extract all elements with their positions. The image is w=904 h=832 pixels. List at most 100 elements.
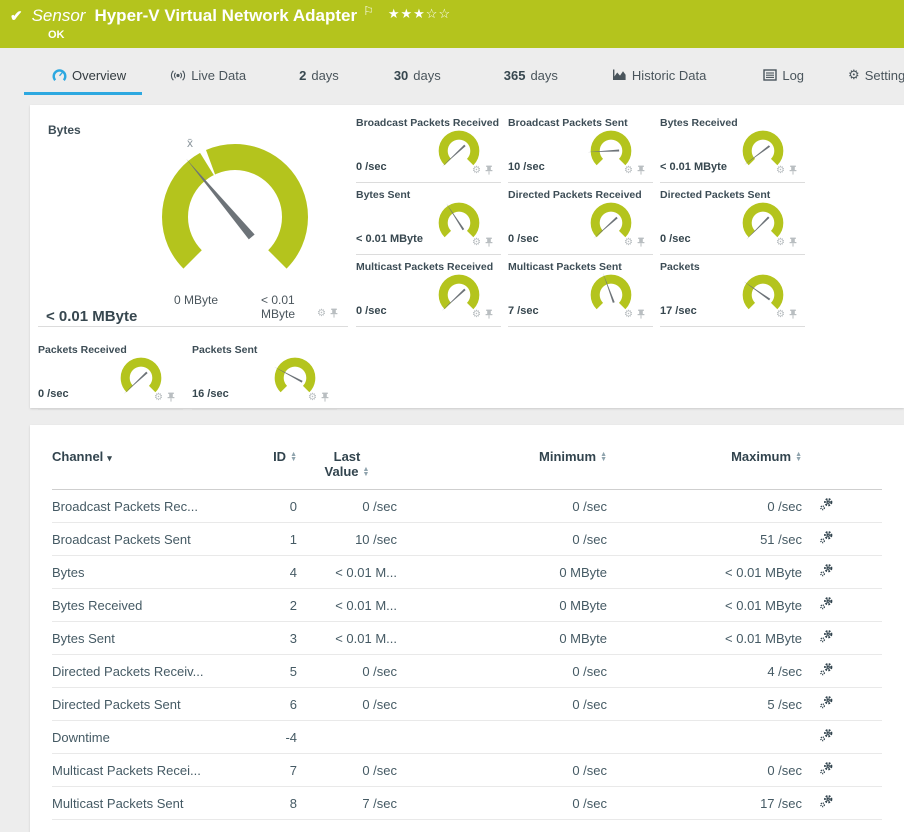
- tab-365-days[interactable]: 365 days: [504, 61, 558, 95]
- pin-icon: [789, 165, 797, 175]
- tab-label: days: [530, 67, 558, 83]
- edit-channel-gear-icon[interactable]: [818, 529, 835, 546]
- gauge-pin-icon[interactable]: [485, 162, 493, 180]
- channel-last-value: 10 /sec: [355, 531, 397, 547]
- gauge-settings-gear-icon[interactable]: ⚙: [776, 238, 785, 248]
- gauge-settings-gear-icon[interactable]: ⚙: [317, 309, 326, 319]
- tab-live-data[interactable]: Live Data: [170, 61, 246, 95]
- gauge-pin-icon[interactable]: [789, 162, 797, 180]
- historic-data-chart-icon: [612, 69, 626, 80]
- gauge-pin-icon[interactable]: [789, 234, 797, 252]
- channel-name-link[interactable]: Multicast Packets Recei...: [52, 763, 201, 778]
- channel-name-link[interactable]: Bytes Sent: [52, 631, 115, 646]
- gauge-settings-gear-icon[interactable]: ⚙: [472, 238, 481, 248]
- priority-stars[interactable]: ★★★☆☆: [388, 6, 451, 22]
- gauge-pin-icon[interactable]: [485, 306, 493, 324]
- pin-icon: [485, 237, 493, 247]
- channel-minimum: 0 /sec: [572, 696, 607, 712]
- tab-2-days[interactable]: 2 days: [299, 61, 339, 95]
- gauge-pin-icon[interactable]: [485, 234, 493, 252]
- gauge-pin-icon[interactable]: [637, 162, 645, 180]
- channel-name-link[interactable]: Broadcast Packets Sent: [52, 532, 191, 547]
- channel-last-value: < 0.01 M...: [335, 630, 397, 646]
- gauge-average-label: x̄: [187, 136, 193, 150]
- channel-name-link[interactable]: Bytes: [52, 565, 85, 580]
- channel-maximum: < 0.01 MByte: [725, 597, 802, 613]
- tab-label: Historic Data: [631, 67, 707, 83]
- gauge-pin-icon[interactable]: [330, 305, 338, 323]
- edit-channel-gear-icon[interactable]: [818, 694, 835, 711]
- tab-30-days[interactable]: 30 days: [394, 61, 441, 95]
- channel-last-value: 7 /sec: [362, 795, 397, 811]
- broadcast-icon: [171, 69, 186, 81]
- edit-channel-gear-icon[interactable]: [818, 727, 835, 744]
- gauge-settings-gear-icon[interactable]: ⚙: [624, 238, 633, 248]
- gauge-settings-gear-icon[interactable]: ⚙: [776, 166, 785, 176]
- tab-label: days: [311, 67, 339, 83]
- gauge-value: < 0.01 MByte: [356, 233, 423, 245]
- gauge-settings-gear-icon[interactable]: ⚙: [624, 310, 633, 320]
- sort-toggle-icon[interactable]: ▲ ▼: [795, 451, 802, 463]
- gauge-scale-max: < 0.01 MByte: [261, 293, 296, 321]
- gauge-settings-gear-icon[interactable]: ⚙: [472, 166, 481, 176]
- column-header-channel[interactable]: Channel ▾: [52, 445, 242, 490]
- sort-toggle-icon[interactable]: ▲ ▼: [600, 451, 607, 463]
- tab-number: 30: [393, 67, 409, 83]
- channel-id: 0: [289, 498, 297, 514]
- gauge-title: Bytes: [48, 123, 81, 137]
- channel-id: 3: [289, 630, 297, 646]
- sort-toggle-icon[interactable]: ▲ ▼: [363, 466, 370, 478]
- channel-id: 7: [289, 762, 297, 778]
- edit-channel-gear-icon[interactable]: [818, 628, 835, 645]
- gauge-tile-packets-sent: Packets Sent 16 /sec ⚙: [192, 338, 337, 410]
- pin-icon: [637, 165, 645, 175]
- gauge-pin-icon[interactable]: [637, 234, 645, 252]
- edit-channel-gear-icon[interactable]: [818, 760, 835, 777]
- channel-maximum: 17 /sec: [760, 795, 802, 811]
- gauge-settings-gear-icon[interactable]: ⚙: [624, 166, 633, 176]
- gauge-value: 0 /sec: [660, 233, 691, 245]
- edit-channel-gear-icon[interactable]: [818, 595, 835, 612]
- tab-overview[interactable]: Overview: [24, 61, 143, 95]
- channel-id: 4: [289, 564, 297, 580]
- gauge-pin-icon[interactable]: [167, 389, 175, 407]
- edit-channel-gear-icon[interactable]: [818, 562, 835, 579]
- channel-maximum: 0 /sec: [767, 762, 802, 778]
- gauge-title: Packets Sent: [192, 344, 258, 356]
- tab-settings[interactable]: ⚙ Settings: [848, 61, 904, 95]
- edit-channel-gear-icon[interactable]: [818, 496, 835, 513]
- table-row: Broadcast Packets Sent 1 10 /sec 0 /sec 51 /…: [52, 523, 882, 556]
- edit-channel-gear-icon[interactable]: [818, 661, 835, 678]
- gauge-value: 0 /sec: [38, 388, 69, 400]
- gauge-tile-multicast-packets-received: Multicast Packets Received 0 /sec ⚙: [356, 255, 501, 327]
- column-header-minimum[interactable]: Minimum ▲ ▼: [397, 445, 607, 490]
- pin-icon: [167, 392, 175, 402]
- tab-log[interactable]: Log: [763, 61, 804, 95]
- gauge-pin-icon[interactable]: [637, 306, 645, 324]
- gauge-settings-gear-icon[interactable]: ⚙: [776, 310, 785, 320]
- flag-icon[interactable]: ⚐: [363, 4, 374, 18]
- gauge-settings-gear-icon[interactable]: ⚙: [154, 393, 163, 403]
- channel-name-link[interactable]: Broadcast Packets Rec...: [52, 499, 198, 514]
- gauge-title: Bytes Sent: [356, 189, 411, 201]
- table-row: Broadcast Packets Rec... 0 0 /sec 0 /sec 0 /…: [52, 490, 882, 523]
- channel-name-link[interactable]: Downtime: [52, 730, 110, 745]
- channel-name-link[interactable]: Directed Packets Receiv...: [52, 664, 203, 679]
- gauge-pin-icon[interactable]: [321, 389, 329, 407]
- gauge-settings-gear-icon[interactable]: ⚙: [472, 310, 481, 320]
- gear-icon: ⚙: [848, 67, 860, 82]
- tab-historic-data[interactable]: Historic Data: [612, 61, 706, 95]
- gauge-pin-icon[interactable]: [789, 306, 797, 324]
- gauge-settings-gear-icon[interactable]: ⚙: [308, 393, 317, 403]
- channel-name-link[interactable]: Directed Packets Sent: [52, 697, 181, 712]
- tab-label: Log: [782, 67, 805, 83]
- channel-name-link[interactable]: Multicast Packets Sent: [52, 796, 184, 811]
- column-header-maximum[interactable]: Maximum ▲ ▼: [607, 445, 802, 490]
- gauge-scale-min: 0 MByte: [173, 293, 219, 307]
- sort-toggle-icon[interactable]: ▲ ▼: [290, 451, 297, 463]
- gauge-tile-bytes-primary: Bytes x̄ 0 MByte < 0.01 MByte < 0.01 MBy…: [38, 111, 348, 327]
- column-header-id[interactable]: ID ▲ ▼: [242, 445, 297, 490]
- column-header-last-value[interactable]: Last Value ▲ ▼: [297, 445, 397, 490]
- channel-name-link[interactable]: Bytes Received: [52, 598, 142, 613]
- edit-channel-gear-icon[interactable]: [818, 793, 835, 810]
